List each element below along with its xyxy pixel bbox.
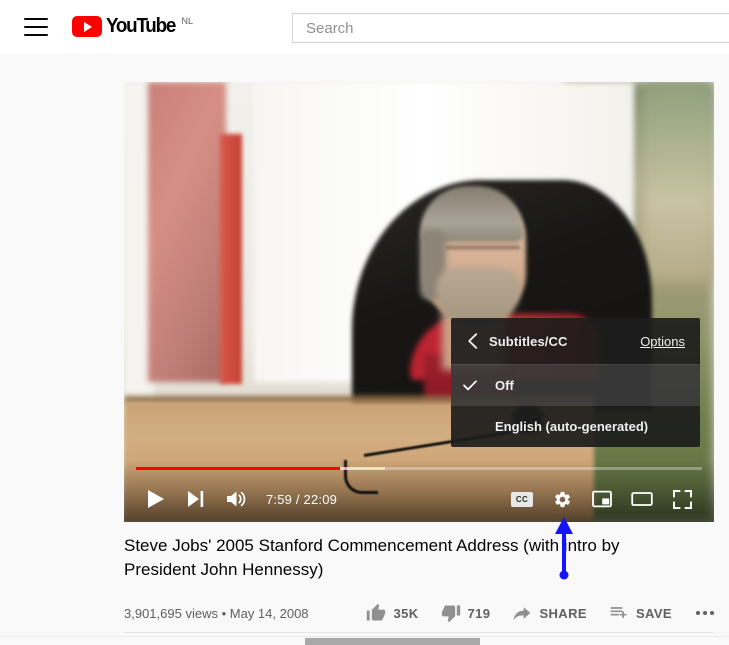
checkmark-icon <box>463 380 485 391</box>
next-track-icon[interactable] <box>176 479 216 519</box>
page-content: Subtitles/CC Options Off English (auto-g… <box>0 54 729 645</box>
play-icon[interactable] <box>136 479 176 519</box>
cc-icon[interactable]: CC <box>502 479 542 519</box>
subtitles-menu-header: Subtitles/CC Options <box>451 318 700 365</box>
dislike-count: 719 <box>467 605 491 621</box>
video-greenery-top <box>642 82 714 282</box>
share-arrow-icon <box>512 603 532 623</box>
hamburger-line <box>24 26 48 28</box>
hamburger-line <box>24 34 48 36</box>
dot <box>703 611 707 615</box>
more-horizontal-icon[interactable] <box>696 611 714 615</box>
gear-icon[interactable] <box>542 479 582 519</box>
youtube-country-code: NL <box>181 16 193 26</box>
share-label: SHARE <box>539 605 587 621</box>
progress-bar[interactable] <box>136 467 702 470</box>
video-actions: 35K 719 SHARE SAVE <box>344 603 714 623</box>
subtitles-option-english-auto[interactable]: English (auto-generated) <box>451 406 700 447</box>
right-controls: CC <box>502 479 702 519</box>
video-glasses <box>446 246 520 262</box>
video-title: Steve Jobs' 2005 Stanford Commencement A… <box>124 536 620 579</box>
theater-mode-icon[interactable] <box>622 479 662 519</box>
horizontal-scrollbar[interactable] <box>0 636 729 645</box>
youtube-logo[interactable]: YouTube NL <box>72 15 193 39</box>
video-red-banner <box>148 82 226 382</box>
youtube-logo-text: YouTube <box>106 15 176 37</box>
dot <box>696 611 700 615</box>
volume-high-icon[interactable] <box>216 479 256 519</box>
thumbs-up-icon <box>366 603 386 623</box>
video-view-info: 3,901,695 views • May 14, 2008 <box>124 606 309 621</box>
save-button[interactable]: SAVE <box>609 603 672 623</box>
save-label: SAVE <box>635 605 672 621</box>
view-count: 3,901,695 views <box>124 605 218 621</box>
masthead-header: YouTube NL <box>0 0 729 54</box>
video-meta-section: Steve Jobs' 2005 Stanford Commencement A… <box>124 534 714 625</box>
subtitles-option-label: English (auto-generated) <box>495 419 649 434</box>
dot <box>710 611 714 615</box>
subtitles-options-link[interactable]: Options <box>640 334 685 349</box>
progress-played <box>136 467 340 470</box>
share-button[interactable]: SHARE <box>512 603 587 623</box>
hamburger-menu-icon[interactable] <box>24 18 48 36</box>
player-controls: 7:59 / 22:09 CC <box>124 460 714 522</box>
playlist-add-icon <box>609 603 629 623</box>
search-box[interactable] <box>292 13 729 43</box>
subtitles-option-label: Off <box>495 378 514 393</box>
scrollbar-thumb[interactable] <box>305 638 480 645</box>
video-meta-row: 3,901,695 views • May 14, 2008 35K 719 S… <box>124 601 714 625</box>
cc-badge-label: CC <box>511 491 533 507</box>
like-button[interactable]: 35K <box>366 603 418 623</box>
play-triangle <box>84 21 92 32</box>
dislike-button[interactable]: 719 <box>441 603 491 623</box>
subtitles-option-off[interactable]: Off <box>451 365 700 406</box>
video-player[interactable]: Subtitles/CC Options Off English (auto-g… <box>124 82 714 522</box>
video-red-pole <box>220 134 242 384</box>
thumbs-down-icon <box>441 603 461 623</box>
subtitles-settings-menu[interactable]: Subtitles/CC Options Off English (auto-g… <box>451 318 700 447</box>
meta-separator: • <box>221 605 227 621</box>
video-frame <box>124 82 714 522</box>
section-divider <box>124 632 714 633</box>
chevron-left-icon[interactable] <box>463 333 481 349</box>
control-row: 7:59 / 22:09 CC <box>124 476 714 522</box>
hamburger-line <box>24 18 48 20</box>
subtitles-menu-title: Subtitles/CC <box>489 333 568 349</box>
search-input[interactable] <box>293 14 729 42</box>
youtube-play-icon <box>72 16 102 37</box>
like-count: 35K <box>393 605 419 621</box>
miniplayer-icon[interactable] <box>582 479 622 519</box>
time-display: 7:59 / 22:09 <box>266 491 338 507</box>
fullscreen-icon[interactable] <box>662 479 702 519</box>
publish-date: May 14, 2008 <box>229 605 309 621</box>
